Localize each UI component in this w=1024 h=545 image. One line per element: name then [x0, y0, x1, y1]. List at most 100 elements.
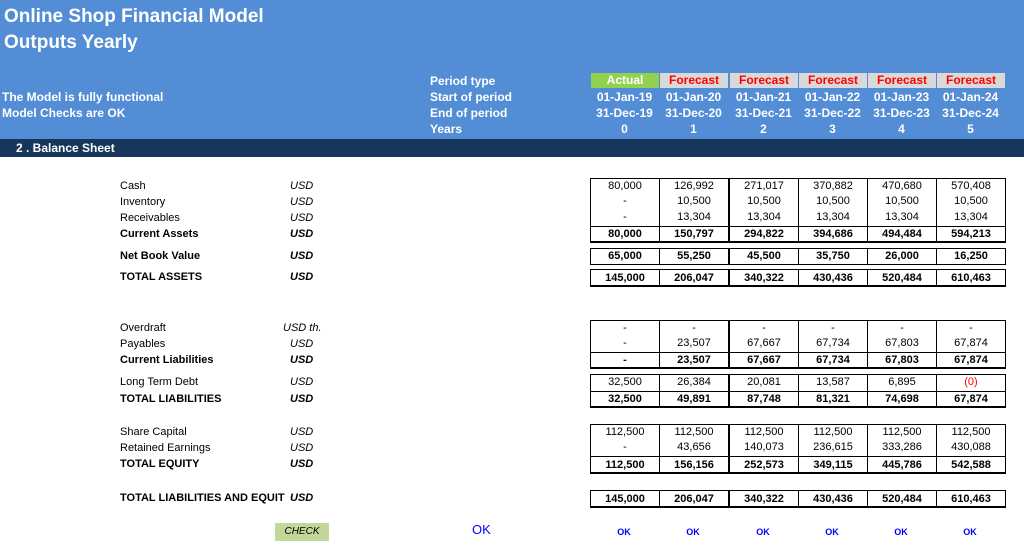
value-cell[interactable]: 610,463 [936, 490, 1006, 508]
value-cell[interactable]: - [590, 440, 660, 456]
value-cell[interactable]: 520,484 [867, 269, 937, 287]
value-cell[interactable]: - [659, 320, 729, 336]
period-start-cell: 01-Jan-19 [596, 90, 653, 104]
value-cell[interactable]: 49,891 [659, 391, 729, 408]
value-cell[interactable]: 140,073 [729, 440, 799, 456]
value-cell[interactable]: 112,500 [867, 424, 937, 440]
value-cell[interactable]: 6,895 [867, 374, 937, 391]
value-cell[interactable]: 55,250 [659, 248, 729, 265]
value-cell[interactable]: - [936, 320, 1006, 336]
value-cell[interactable]: 23,507 [659, 352, 729, 369]
value-cell[interactable]: 32,500 [590, 391, 660, 408]
value-cell[interactable]: 333,286 [867, 440, 937, 456]
value-cell[interactable]: 13,587 [798, 374, 868, 391]
value-cell[interactable]: 13,304 [659, 210, 729, 226]
value-cell[interactable]: 10,500 [659, 194, 729, 210]
value-cell[interactable]: 74,698 [867, 391, 937, 408]
value-cell[interactable]: 35,750 [798, 248, 868, 265]
value-cell[interactable]: 145,000 [590, 269, 660, 287]
value-cell[interactable]: 340,322 [729, 269, 799, 287]
value-cell[interactable]: 26,000 [867, 248, 937, 265]
value-cell[interactable]: 13,304 [867, 210, 937, 226]
value-cell[interactable]: 67,874 [936, 391, 1006, 408]
value-cell[interactable]: 520,484 [867, 490, 937, 508]
value-cell[interactable]: 67,734 [798, 336, 868, 352]
value-cell[interactable]: 10,500 [798, 194, 868, 210]
value-cell[interactable]: 340,322 [729, 490, 799, 508]
value-cell[interactable]: 570,408 [936, 178, 1006, 194]
value-cell[interactable]: 13,304 [936, 210, 1006, 226]
period-start-cell: 01-Jan-24 [942, 90, 999, 104]
value-cell[interactable]: 594,213 [936, 226, 1006, 243]
row-unit: USD [290, 196, 314, 208]
period-year-cell: 2 [760, 122, 767, 136]
value-cell[interactable]: 430,436 [798, 490, 868, 508]
value-cell[interactable]: 23,507 [659, 336, 729, 352]
value-cell[interactable]: - [798, 320, 868, 336]
value-cell[interactable]: 112,500 [729, 424, 799, 440]
value-cell[interactable]: 494,484 [867, 226, 937, 243]
value-cell[interactable]: 26,384 [659, 374, 729, 391]
value-cell[interactable]: 206,047 [659, 269, 729, 287]
row-label-share-cap: Share Capital [120, 426, 187, 438]
value-cell[interactable]: 20,081 [729, 374, 799, 391]
value-cell[interactable]: 470,680 [867, 178, 937, 194]
value-cell[interactable]: 67,803 [867, 352, 937, 369]
value-cell[interactable]: 112,500 [590, 456, 660, 474]
value-cell[interactable]: 126,992 [659, 178, 729, 194]
value-cell[interactable]: 43,656 [659, 440, 729, 456]
value-cell[interactable]: 112,500 [798, 424, 868, 440]
value-cell[interactable]: 430,088 [936, 440, 1006, 456]
value-cell[interactable]: 80,000 [590, 178, 660, 194]
value-cell[interactable]: 349,115 [798, 456, 868, 474]
value-cell[interactable]: 81,321 [798, 391, 868, 408]
value-cell[interactable]: 112,500 [659, 424, 729, 440]
value-cell[interactable]: - [590, 352, 660, 369]
value-cell[interactable]: 252,573 [729, 456, 799, 474]
value-cell[interactable]: 610,463 [936, 269, 1006, 287]
check-ok-cell: OK [686, 527, 700, 537]
value-cell[interactable]: 112,500 [590, 424, 660, 440]
value-cell[interactable]: 150,797 [659, 226, 729, 243]
value-cell[interactable]: - [729, 320, 799, 336]
value-cell[interactable]: 80,000 [590, 226, 660, 243]
section-header: 2 . Balance Sheet [0, 139, 1024, 157]
value-cell[interactable]: 87,748 [729, 391, 799, 408]
value-cell[interactable]: 10,500 [867, 194, 937, 210]
value-cell[interactable]: 67,874 [936, 352, 1006, 369]
value-cell[interactable]: 32,500 [590, 374, 660, 391]
value-cell[interactable]: 394,686 [798, 226, 868, 243]
value-cell[interactable]: 67,667 [729, 352, 799, 369]
value-cell[interactable]: 10,500 [729, 194, 799, 210]
value-cell[interactable]: 294,822 [729, 226, 799, 243]
value-cell[interactable]: 206,047 [659, 490, 729, 508]
value-cell[interactable]: 445,786 [867, 456, 937, 474]
value-cell[interactable]: 370,882 [798, 178, 868, 194]
value-cell[interactable]: 67,874 [936, 336, 1006, 352]
value-cell[interactable]: 13,304 [798, 210, 868, 226]
value-cell[interactable]: 10,500 [936, 194, 1006, 210]
value-cell[interactable]: 236,615 [798, 440, 868, 456]
value-cell[interactable]: 45,500 [729, 248, 799, 265]
value-cell[interactable]: - [590, 210, 660, 226]
value-cell[interactable]: 13,304 [729, 210, 799, 226]
value-cell[interactable]: 16,250 [936, 248, 1006, 265]
value-cell[interactable]: - [590, 320, 660, 336]
value-cell[interactable]: 156,156 [659, 456, 729, 474]
value-cell[interactable]: 67,667 [729, 336, 799, 352]
value-cell[interactable]: 430,436 [798, 269, 868, 287]
value-cell[interactable]: - [590, 336, 660, 352]
period-year-cell: 3 [829, 122, 836, 136]
value-cell[interactable]: 67,734 [798, 352, 868, 369]
value-cell[interactable]: 271,017 [729, 178, 799, 194]
value-cell[interactable]: 112,500 [936, 424, 1006, 440]
value-cell[interactable]: - [867, 320, 937, 336]
value-cell[interactable]: 65,000 [590, 248, 660, 265]
value-cell[interactable]: 67,803 [867, 336, 937, 352]
value-cell[interactable]: - [590, 194, 660, 210]
value-cell[interactable]: (0) [936, 374, 1006, 391]
value-cell[interactable]: 542,588 [936, 456, 1006, 474]
section-title: 2 . Balance Sheet [16, 141, 115, 155]
row-unit: USD [290, 271, 314, 283]
value-cell[interactable]: 145,000 [590, 490, 660, 508]
